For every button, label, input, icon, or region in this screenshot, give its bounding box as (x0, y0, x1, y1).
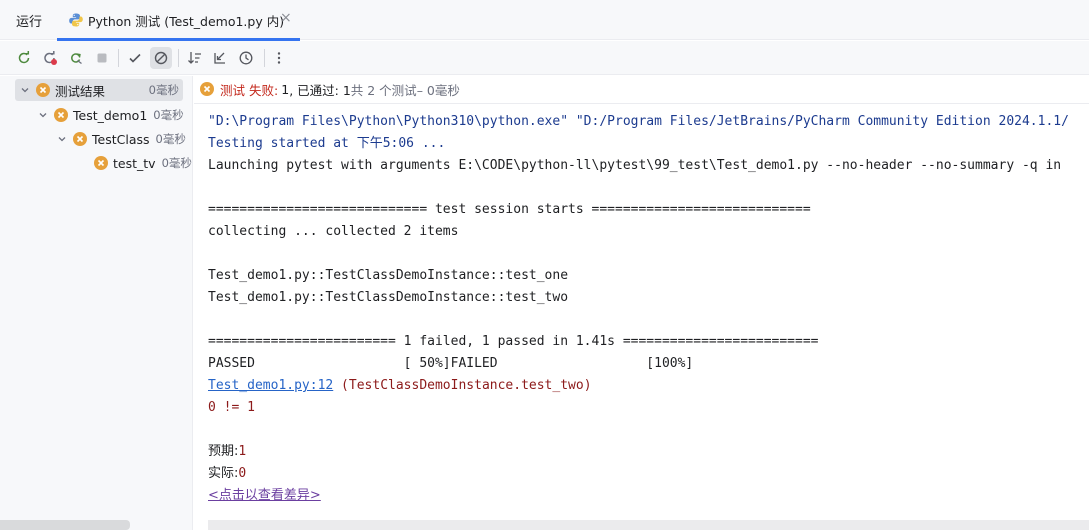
rerun-icon (18, 51, 30, 64)
chevron-down-icon[interactable] (18, 83, 32, 97)
console-line: 实际:0 (208, 463, 246, 485)
rerun-failed-button[interactable] (39, 47, 61, 69)
console-line: Test_demo1.py:12 (TestClassDemoInstance.… (208, 375, 592, 397)
test-failed-icon (54, 108, 68, 122)
status-total: 共 2 个测试 (350, 82, 417, 98)
toggle-auto-test-button[interactable] (65, 47, 87, 69)
test-runner-toolbar (0, 41, 1089, 75)
tree-node-test-tv[interactable]: test_tv 0毫秒 (94, 152, 192, 174)
more-icon (277, 52, 281, 64)
test-results-tree: 测试结果 0毫秒 Test_demo1 0毫秒 TestClass 0毫秒 te… (0, 76, 193, 530)
sort-by-duration-icon (214, 52, 225, 64)
console-output[interactable]: "D:\Program Files\Python\Python310\pytho… (194, 103, 1089, 530)
source-location-link[interactable]: Test_demo1.py:12 (208, 378, 333, 393)
tree-node-test-class[interactable]: TestClass 0毫秒 (55, 128, 186, 150)
tab-label: Python 测试 (Test_demo1.py 内) (88, 14, 285, 29)
sort-by-duration-button[interactable] (209, 47, 231, 69)
console-line: Test_demo1.py::TestClassDemoInstance::te… (208, 268, 569, 283)
close-icon[interactable]: × (280, 10, 292, 26)
tab-python-tests[interactable]: Python 测试 (Test_demo1.py 内) × (57, 0, 300, 41)
tree-node-duration: 0毫秒 (161, 156, 192, 170)
toolbar-separator (118, 49, 119, 67)
tool-window-tabbar: 运行 Python 测试 (Test_demo1.py 内) × (0, 0, 1089, 41)
horizontal-scrollbar[interactable] (0, 520, 130, 530)
tree-node-label: 测试结果 (55, 83, 106, 99)
toolbar-separator (178, 49, 179, 67)
checkmark-icon (129, 53, 141, 63)
status-time: – 0毫秒 (416, 82, 460, 98)
stop-button[interactable] (91, 47, 113, 69)
tree-node-label: test_tv (113, 155, 156, 171)
tree-node-test-results[interactable]: 测试结果 0毫秒 (15, 79, 183, 101)
ignored-icon (154, 51, 168, 65)
test-failed-icon (200, 82, 214, 96)
console-line: collecting ... collected 2 items (208, 224, 459, 239)
test-history-button[interactable] (235, 47, 257, 69)
toggle-auto-test-icon (71, 53, 82, 65)
test-failed-icon (94, 156, 108, 170)
toolbar-separator (264, 49, 265, 67)
console-line: ======================== 1 failed, 1 pas… (208, 334, 819, 349)
console-line: PASSED [ 50%]FAILED [100%] (208, 356, 694, 371)
expected-label: 预期: (208, 444, 239, 459)
chevron-down-icon[interactable] (55, 132, 69, 146)
expected-value: 1 (238, 444, 247, 459)
console-line: 预期:1 (208, 441, 246, 463)
sort-alphabetically-button[interactable] (184, 47, 206, 69)
console-line: Launching pytest with arguments E:\CODE\… (208, 158, 1062, 173)
tree-node-duration: 0毫秒 (153, 108, 184, 122)
sort-alphabetically-icon (188, 52, 201, 64)
test-failed-icon (73, 132, 87, 146)
history-icon (239, 51, 253, 65)
console-line: Testing started at 下午5:06 ... (208, 136, 446, 151)
test-failed-icon (36, 83, 50, 97)
rerun-failed-icon (44, 51, 57, 65)
status-passed: , 已通过: 1 (289, 82, 351, 98)
status-failed-count: 1 (281, 81, 290, 97)
status-failed-label: 失败: (249, 82, 279, 98)
run-tool-window-title: 运行 (16, 15, 43, 30)
more-options-button[interactable] (268, 47, 290, 69)
tree-node-label: TestClass (92, 131, 150, 147)
tree-node-test-demo1[interactable]: Test_demo1 0毫秒 (36, 104, 184, 126)
status-prefix: 测试 (220, 82, 246, 98)
test-status-bar: 测试 失败: 1 , 已通过: 1 共 2 个测试 – 0毫秒 (194, 76, 1089, 102)
console-line: Test_demo1.py::TestClassDemoInstance::te… (208, 290, 569, 305)
horizontal-scrollbar[interactable] (208, 520, 1089, 530)
console-line: <点击以查看差异> (208, 485, 321, 507)
python-icon (68, 12, 84, 28)
rerun-button[interactable] (13, 47, 35, 69)
chevron-down-icon[interactable] (36, 108, 50, 122)
stop-icon (97, 53, 107, 63)
console-line: ============================ test sessio… (208, 202, 811, 217)
console-line: "D:\Program Files\Python\Python310\pytho… (208, 114, 1069, 129)
view-diff-link[interactable]: <点击以查看差异> (208, 488, 321, 503)
show-ignored-button[interactable] (150, 47, 172, 69)
failed-test-name: (TestClassDemoInstance.test_two) (333, 378, 592, 393)
tree-node-duration: 0毫秒 (155, 132, 186, 146)
console-line: 0 != 1 (208, 400, 255, 415)
actual-value: 0 (238, 466, 247, 481)
tree-node-duration: 0毫秒 (148, 83, 179, 97)
actual-label: 实际: (208, 466, 239, 481)
show-passed-button[interactable] (124, 47, 146, 69)
tree-node-label: Test_demo1 (73, 107, 148, 123)
